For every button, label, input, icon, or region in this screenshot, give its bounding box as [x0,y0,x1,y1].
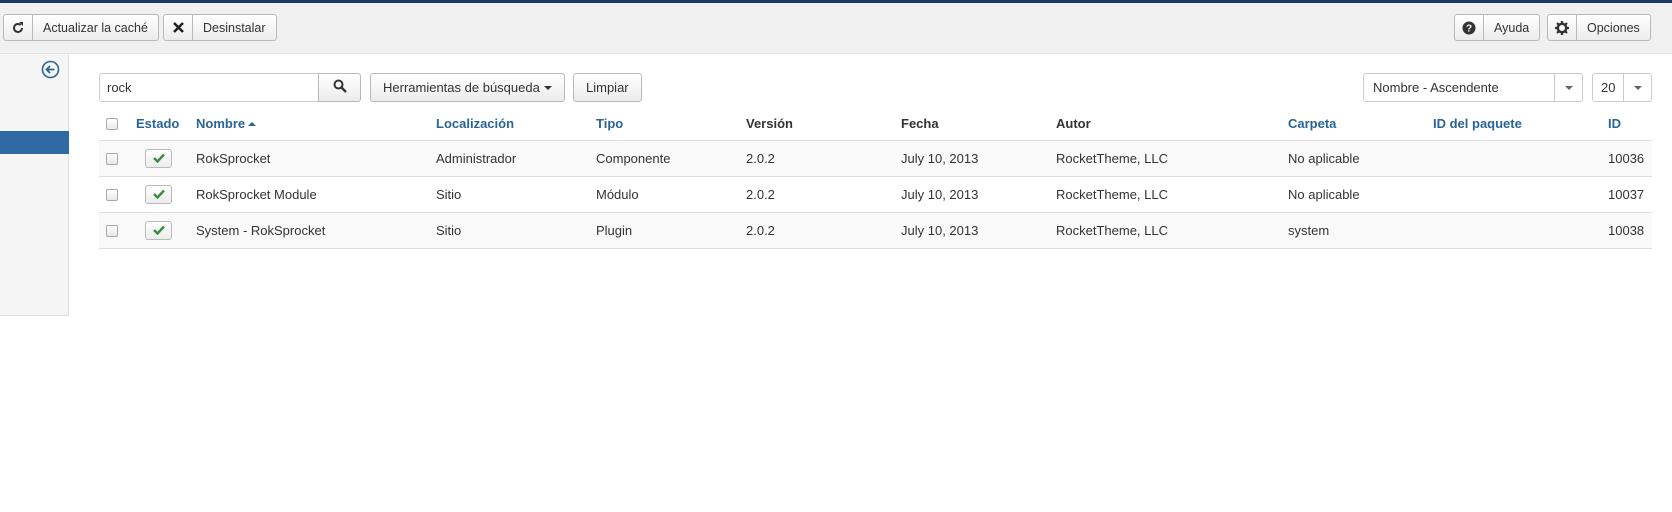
select-all-cell [99,107,136,141]
name-cell: System - RokSprocket [196,212,436,249]
uninstall-label: Desinstalar [203,20,266,35]
header-author: Autor [1056,107,1288,141]
status-cell [136,140,196,177]
header-name-label: Nombre [196,115,246,131]
author-cell: RocketTheme, LLC [1056,176,1288,213]
header-location[interactable]: Localización [436,107,596,141]
uninstall-button[interactable]: Desinstalar [163,14,277,41]
table-header-row: Estado Nombre Localización Tipo Versión … [99,107,1652,141]
svg-text:?: ? [1466,23,1472,34]
header-folder[interactable]: Carpeta [1288,107,1433,141]
search-button[interactable] [318,73,361,102]
type-cell: Plugin [596,212,746,249]
refresh-icon [4,15,33,40]
id-cell: 10037 [1608,176,1652,213]
chevron-down-icon [1554,74,1582,101]
header-package-id[interactable]: ID del paquete [1433,107,1608,141]
row-select-cell [99,212,136,249]
search-icon [333,79,347,96]
sidebar-toggle-arrow-left-circle-icon[interactable] [41,60,60,79]
clear-button[interactable]: Limpiar [573,73,642,102]
chevron-down-icon [1623,74,1651,101]
toolbar: Actualizar la caché Desinstalar ? Ayuda … [0,3,1672,54]
extensions-table: Estado Nombre Localización Tipo Versión … [99,107,1652,249]
location-cell: Sitio [436,176,596,213]
row-select-cell [99,176,136,213]
ordering-select[interactable]: Nombre - Ascendente [1363,73,1583,102]
close-icon [164,15,193,40]
package-id-cell [1433,140,1608,177]
table-row: RokSprocket Module Sitio Módulo 2.0.2 Ju… [99,176,1652,213]
help-label: Ayuda [1494,20,1530,35]
id-cell: 10036 [1608,140,1652,177]
chevron-down-icon [543,85,552,90]
version-cell: 2.0.2 [746,176,901,213]
header-date: Fecha [901,107,1056,141]
folder-cell: No aplicable [1288,176,1433,213]
date-cell: July 10, 2013 [901,140,1056,177]
status-cell [136,176,196,213]
limit-select[interactable]: 20 [1592,73,1652,102]
version-cell: 2.0.2 [746,212,901,249]
package-id-cell [1433,176,1608,213]
sidebar-active-item[interactable] [0,131,69,154]
status-toggle-button[interactable] [145,184,172,204]
check-icon [152,225,165,235]
table-row: RokSprocket Administrador Componente 2.0… [99,140,1652,177]
row-checkbox[interactable] [106,189,118,202]
name-cell: RokSprocket Module [196,176,436,213]
search-tools-label: Herramientas de búsqueda [383,80,540,95]
refresh-cache-button[interactable]: Actualizar la caché [3,14,159,41]
table-row: System - RokSprocket Sitio Plugin 2.0.2 … [99,212,1652,249]
select-all-checkbox[interactable] [106,118,118,131]
search-tools-button[interactable]: Herramientas de búsqueda [370,73,565,102]
name-cell: RokSprocket [196,140,436,177]
status-toggle-button[interactable] [145,148,172,168]
header-status[interactable]: Estado [136,107,196,141]
search-input[interactable] [99,73,319,102]
folder-cell: system [1288,212,1433,249]
check-icon [152,189,165,199]
refresh-cache-label: Actualizar la caché [43,20,148,35]
status-cell [136,212,196,249]
type-cell: Módulo [596,176,746,213]
question-icon: ? [1455,15,1484,40]
limit-value: 20 [1601,80,1616,95]
gear-icon [1548,15,1577,40]
package-id-cell [1433,212,1608,249]
sort-asc-icon [248,121,257,126]
options-label: Opciones [1587,20,1640,35]
author-cell: RocketTheme, LLC [1056,212,1288,249]
clear-label: Limpiar [586,80,629,95]
sidebar [0,54,69,316]
row-select-cell [99,140,136,177]
row-checkbox[interactable] [106,225,118,238]
header-type[interactable]: Tipo [596,107,746,141]
date-cell: July 10, 2013 [901,212,1056,249]
header-id[interactable]: ID [1608,107,1652,141]
date-cell: July 10, 2013 [901,176,1056,213]
id-cell: 10038 [1608,212,1652,249]
author-cell: RocketTheme, LLC [1056,140,1288,177]
location-cell: Sitio [436,212,596,249]
check-icon [152,153,165,163]
ordering-value: Nombre - Ascendente [1373,80,1499,95]
help-button[interactable]: ? Ayuda [1454,14,1541,41]
header-name[interactable]: Nombre [196,107,436,141]
folder-cell: No aplicable [1288,140,1433,177]
header-version: Versión [746,107,901,141]
row-checkbox[interactable] [106,153,118,166]
type-cell: Componente [596,140,746,177]
options-button[interactable]: Opciones [1547,14,1651,41]
location-cell: Administrador [436,140,596,177]
status-toggle-button[interactable] [145,220,172,240]
version-cell: 2.0.2 [746,140,901,177]
